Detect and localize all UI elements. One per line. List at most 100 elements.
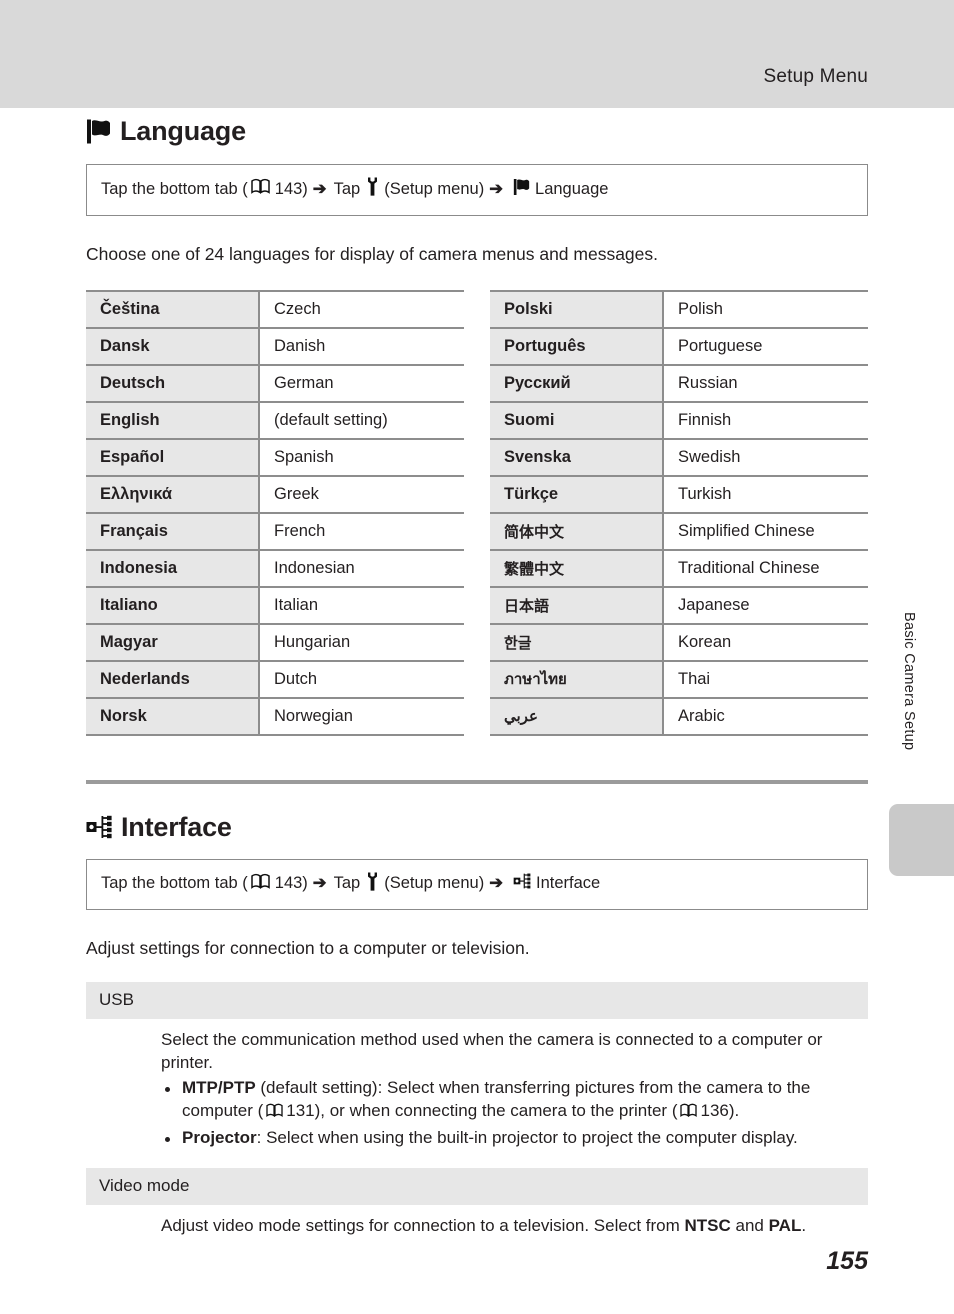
table-row: Indonesia Indonesian [86, 548, 464, 587]
book-icon-interface [251, 873, 270, 896]
language-native-name: Ελληνικά [86, 474, 260, 513]
language-english-name: Polish [663, 289, 868, 328]
language-native-name: Suomi [490, 400, 664, 439]
video-text-3: . [801, 1216, 807, 1236]
language-english-name: Spanish [259, 437, 464, 476]
setting-name-video-mode: Video mode [86, 1168, 868, 1206]
language-english-name: Japanese [663, 585, 868, 624]
table-row: عربي Arabic [490, 696, 868, 736]
wrench-setup-icon [366, 177, 379, 202]
usb-body-intro: Select the communication method used whe… [161, 1030, 823, 1073]
language-native-name: Magyar [86, 622, 260, 661]
language-table-left: Čeština Czech Dansk Danish Deutsch German Engl… [86, 289, 464, 736]
language-english-name: Greek [259, 474, 464, 513]
language-native-name: Deutsch [86, 363, 260, 402]
option-term-projector: Projector [182, 1128, 257, 1148]
nav-text-part3-if: Tap [333, 874, 361, 893]
list-item: MTP/PTP (default setting): Select when t… [161, 1077, 856, 1125]
language-english-name: Dutch [259, 659, 464, 698]
book-icon [251, 178, 270, 201]
nav-target-label-if: Interface [536, 874, 601, 893]
video-option-ntsc: NTSC [684, 1216, 731, 1236]
option-text-c: ). [728, 1101, 740, 1121]
language-native-name: English [86, 400, 260, 439]
arrow-right-icon-2-if: ➔ [489, 874, 504, 893]
nav-text-part1: Tap the bottom tab ( [101, 179, 248, 198]
arrow-right-icon-if: ➔ [312, 874, 327, 893]
nav-page-ref: 143 [274, 179, 303, 198]
nav-text-part2: ) [302, 179, 308, 198]
language-english-name: Portuguese [663, 326, 868, 365]
language-native-name: Dansk [86, 326, 260, 365]
interface-usb-icon-inline [513, 873, 531, 895]
table-row: Español Spanish [86, 437, 464, 476]
table-row: English (default setting) [86, 400, 464, 439]
section-title-text-interface: Interface [121, 811, 232, 842]
language-native-name: عربي [490, 696, 664, 736]
table-row: Français French [86, 511, 464, 550]
language-native-name: Polski [490, 289, 664, 328]
book-icon-ref1 [266, 1102, 283, 1125]
language-english-name: Norwegian [259, 696, 464, 736]
arrow-right-icon-2: ➔ [489, 179, 504, 198]
nav-text-part3: Tap [333, 179, 361, 198]
language-english-name: Czech [259, 289, 464, 328]
language-english-name: Indonesian [259, 548, 464, 587]
nav-text-part4-if: (Setup menu) [384, 874, 485, 893]
option-term-mtp-ptp: MTP/PTP [182, 1078, 256, 1098]
language-native-name: Français [86, 511, 260, 550]
language-english-name: Arabic [663, 696, 868, 736]
navigation-path-box-interface: Tap the bottom tab ( 143 ) ➔ Tap (Setup … [86, 858, 868, 911]
language-native-name: 繁體中文 [490, 548, 664, 587]
setting-body-video-mode: Adjust video mode settings for connectio… [86, 1205, 868, 1242]
language-english-name: German [259, 363, 464, 402]
table-row: Português Portuguese [490, 326, 868, 365]
table-row: Polski Polish [490, 289, 868, 328]
option-ref1: 131 [286, 1101, 315, 1121]
table-row: Nederlands Dutch [86, 659, 464, 698]
arrow-right-icon: ➔ [312, 179, 327, 198]
table-row: Norsk Norwegian [86, 696, 464, 736]
language-english-name: (default setting) [259, 400, 464, 439]
table-row: Svenska Swedish [490, 437, 868, 476]
video-text-1: Adjust video mode settings for connectio… [161, 1216, 685, 1236]
language-native-name: Nederlands [86, 659, 260, 698]
interface-usb-icon [86, 815, 112, 839]
language-native-name: Italiano [86, 585, 260, 624]
language-native-name: Türkçe [490, 474, 664, 513]
side-tab-marker [889, 804, 954, 876]
table-row: 简体中文 Simplified Chinese [490, 511, 868, 550]
section-heading-interface: Interface [86, 811, 868, 842]
video-mode-body: Adjust video mode settings for connectio… [161, 1215, 856, 1238]
nav-page-ref-if: 143 [274, 874, 303, 893]
language-english-name: Turkish [663, 474, 868, 513]
language-english-name: Hungarian [259, 622, 464, 661]
language-english-name: French [259, 511, 464, 550]
language-native-name: 日本語 [490, 585, 664, 624]
usb-options-list: MTP/PTP (default setting): Select when t… [161, 1077, 856, 1150]
setting-body-usb: Select the communication method used whe… [86, 1019, 868, 1154]
language-native-name: 한글 [490, 622, 664, 661]
section-title-text: Language [120, 116, 246, 146]
table-row: 日本語 Japanese [490, 585, 868, 624]
nav-text-part2-if: ) [302, 874, 308, 893]
language-english-name: Swedish [663, 437, 868, 476]
table-row: Deutsch German [86, 363, 464, 402]
table-row: Ελληνικά Greek [86, 474, 464, 513]
nav-text-part1-if: Tap the bottom tab ( [101, 874, 248, 893]
language-intro-text: Choose one of 24 languages for display o… [86, 243, 659, 264]
table-row: Čeština Czech [86, 289, 464, 328]
language-tables: Čeština Czech Dansk Danish Deutsch German Engl… [86, 289, 868, 736]
flag-language-icon-inline [513, 178, 530, 202]
option-ref2: 136 [700, 1101, 729, 1121]
language-english-name: Italian [259, 585, 464, 624]
navigation-path-box-language: Tap the bottom tab ( 143 ) ➔ Tap (Setup … [86, 164, 868, 216]
language-native-name: Norsk [86, 696, 260, 736]
language-table-right: Polski Polish Português Portuguese Русский Ru… [490, 289, 868, 736]
book-icon-ref2 [680, 1102, 698, 1125]
nav-text-part4: (Setup menu) [384, 179, 485, 198]
table-row: Dansk Danish [86, 326, 464, 365]
table-row: Italiano Italian [86, 585, 464, 624]
language-english-name: Korean [663, 622, 868, 661]
language-native-name: ภาษาไทย [490, 659, 664, 698]
